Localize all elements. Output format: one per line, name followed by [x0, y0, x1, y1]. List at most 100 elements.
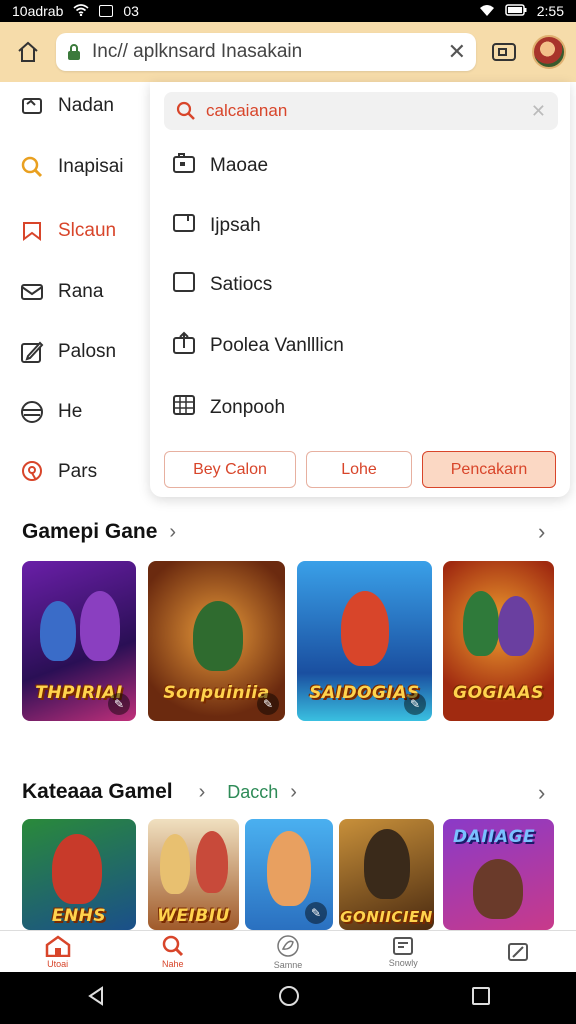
popup-item-label: Maoae	[210, 155, 269, 176]
popup-item-ijpsah[interactable]: Ijpsah	[172, 208, 261, 244]
avatar[interactable]	[532, 35, 566, 69]
home-button[interactable]	[10, 34, 46, 70]
popup-item-label: Satiocs	[210, 274, 273, 295]
game-tile[interactable]: WEIBIU	[148, 819, 239, 930]
lock-icon	[68, 44, 80, 60]
character-art	[160, 834, 190, 894]
sidebar-item-label: Inapisai	[58, 156, 124, 177]
recents-icon[interactable]	[471, 986, 491, 1011]
character-art	[267, 831, 311, 906]
system-nav-bar	[0, 972, 576, 1024]
url-text: Inc// aplknsard Inasakain	[92, 41, 303, 62]
sidebar-item-palosn[interactable]: Palosn	[0, 332, 150, 372]
section-heading[interactable]: Kateaaa Gamel › Dacch ›	[22, 780, 297, 804]
sidebar-item-label: Slcaun	[58, 220, 117, 241]
folder-icon	[172, 152, 196, 180]
tabs-icon	[492, 43, 516, 61]
sidebar-item-rana[interactable]: Rana	[0, 272, 150, 312]
popup-item-satiocs[interactable]: Satiocs	[172, 267, 272, 303]
edit-icon	[20, 340, 44, 364]
game-tile[interactable]: ENHS	[22, 819, 136, 930]
leaf-icon	[277, 934, 299, 957]
popup-search-input[interactable]: calcaianan ✕	[164, 92, 558, 130]
home-circle-icon[interactable]	[277, 984, 301, 1013]
sidebar-item-nadan[interactable]: Nadan	[0, 86, 150, 126]
url-bar[interactable]: Inc// aplknsard Inasakain ✕	[56, 33, 476, 71]
popup-item-label: Poolea Vanlllicn	[210, 335, 344, 356]
nav-edit[interactable]	[461, 931, 576, 972]
back-icon[interactable]	[85, 985, 107, 1012]
nav-label: Samne	[273, 959, 303, 970]
notification-icon	[99, 5, 114, 17]
edit-icon[interactable]: ✎	[305, 902, 327, 924]
character-art	[196, 831, 228, 893]
game-title: Sonpuiniia	[163, 683, 270, 703]
nav-snowly[interactable]: Snowly	[346, 931, 461, 972]
popup-search-placeholder: calcaianan	[206, 101, 288, 120]
globe-icon	[20, 400, 44, 424]
home-icon	[18, 41, 38, 62]
sidebar-item-label: Pars	[58, 461, 98, 482]
edit-icon[interactable]: ✎	[108, 693, 130, 715]
chevron-right-icon: ›	[169, 520, 177, 543]
chevron-right-icon[interactable]: ›	[538, 519, 545, 545]
game-title: WEIBIU	[157, 906, 230, 926]
tabs-button[interactable]	[486, 34, 522, 70]
chevron-right-icon[interactable]: ›	[538, 780, 545, 806]
character-art	[52, 834, 102, 904]
game-tile[interactable]: GONIICIEN	[339, 819, 434, 930]
sidebar-item-inapisai[interactable]: Inapisai	[0, 147, 150, 187]
nav-label: Utoai	[47, 958, 69, 969]
edit-icon[interactable]: ✎	[257, 693, 279, 715]
game-title: SAIDOGIAS	[309, 683, 420, 703]
clear-icon[interactable]: ✕	[531, 101, 546, 122]
search-icon	[20, 155, 44, 179]
square-icon	[172, 271, 196, 299]
battery-icon	[505, 3, 527, 19]
sidebar-item-pars[interactable]: Pars	[0, 452, 150, 492]
game-tile[interactable]: Sonpuiniia ✎	[148, 561, 285, 721]
upload-icon	[172, 331, 196, 361]
browser-app-bar: Inc// aplknsard Inasakain ✕	[0, 22, 576, 82]
game-tile[interactable]: SAIDOGIAS ✎	[297, 561, 432, 721]
game-title: DAIIAGE	[453, 827, 536, 847]
bey-calon-button[interactable]: Bey Calon	[164, 451, 296, 488]
sidebar-item-label: He	[58, 401, 83, 422]
nav-label: Nahe	[162, 958, 184, 969]
character-art	[341, 591, 389, 666]
popup-item-zonpooh[interactable]: Zonpooh	[172, 390, 285, 426]
location-icon	[20, 460, 44, 484]
popup-item-poolea[interactable]: Poolea Vanlllicn	[172, 328, 344, 364]
sidebar-item-slcaun[interactable]: Slcaun	[0, 211, 150, 251]
game-tile[interactable]: GOGIAAS	[443, 561, 554, 721]
pencakarn-button[interactable]: Pencakarn	[422, 451, 556, 488]
chevron-right-icon: ›	[198, 780, 206, 803]
status-time: 2:55	[536, 3, 564, 19]
edit-icon	[508, 942, 529, 961]
image-icon	[20, 94, 44, 118]
popup-item-maoae[interactable]: Maoae	[172, 148, 268, 184]
game-tile[interactable]: ✎	[245, 819, 333, 930]
nav-home[interactable]: Utoai	[0, 931, 115, 972]
close-icon[interactable]: ✕	[448, 39, 466, 65]
home-icon	[45, 934, 70, 957]
edit-icon[interactable]: ✎	[404, 693, 426, 715]
sidebar-item-label: Rana	[58, 281, 104, 302]
window-icon	[172, 212, 196, 240]
sidebar-item-he[interactable]: He	[0, 392, 150, 432]
mail-icon	[20, 280, 44, 304]
popup-item-label: Zonpooh	[210, 397, 286, 418]
nav-search[interactable]: Nahe	[115, 931, 230, 972]
sidebar-item-label: Nadan	[58, 95, 114, 116]
signal-icon	[479, 3, 495, 19]
character-art	[193, 601, 243, 671]
game-tile[interactable]: THPIRIAI ✎	[22, 561, 136, 721]
news-icon	[393, 936, 414, 955]
game-title: GOGIAAS	[453, 683, 544, 703]
popup-item-label: Ijpsah	[210, 215, 261, 236]
game-tile[interactable]: DAIIAGE	[443, 819, 554, 930]
nav-samne[interactable]: Samne	[230, 931, 345, 972]
section-link[interactable]: Dacch	[227, 782, 278, 803]
lohe-button[interactable]: Lohe	[306, 451, 412, 488]
section-heading[interactable]: Gamepi Gane ›	[22, 520, 176, 544]
